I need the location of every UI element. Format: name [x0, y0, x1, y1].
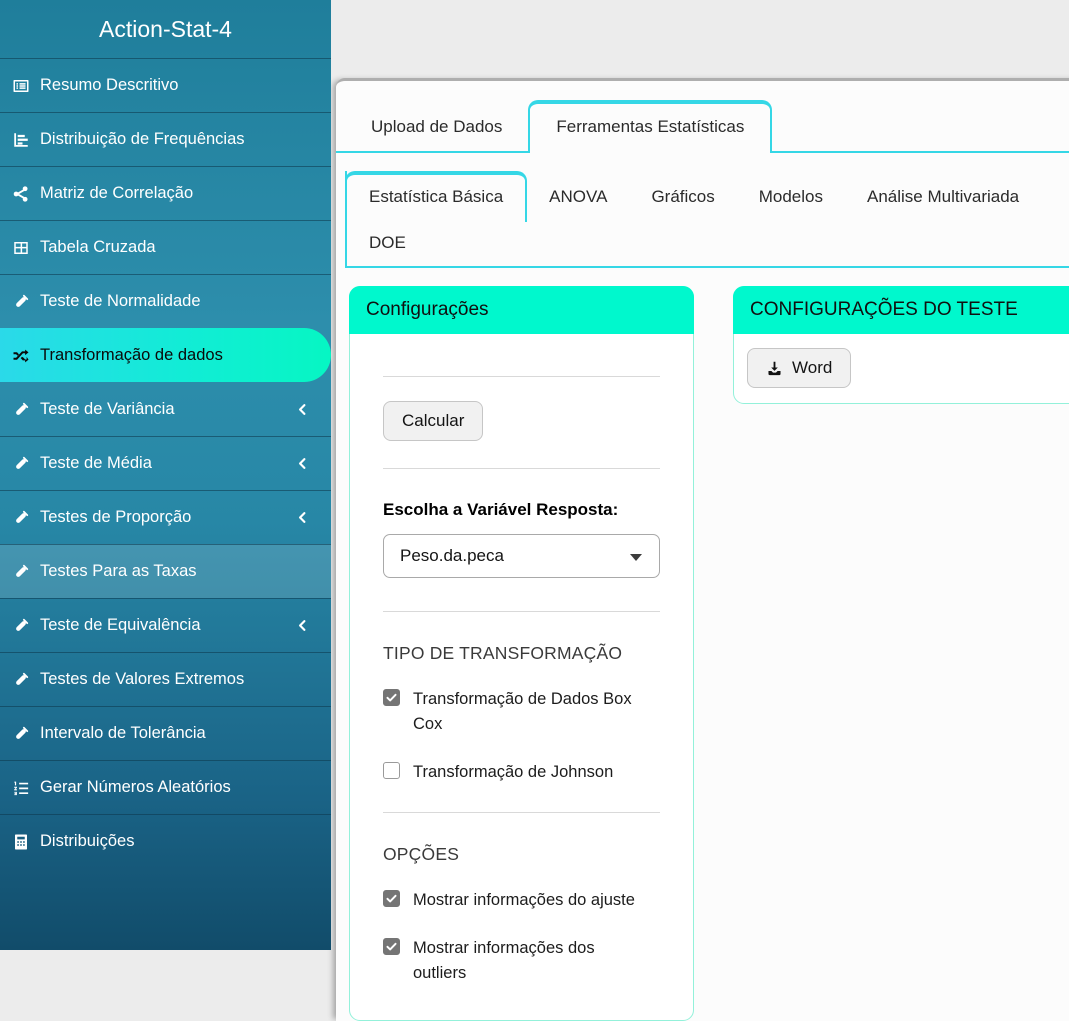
vial-icon — [10, 725, 32, 743]
sidebar-item-label: Testes Para as Taxas — [40, 562, 197, 581]
sidebar-item-label: Resumo Descritivo — [40, 76, 178, 95]
divider — [383, 812, 660, 813]
sidebar-item-label: Teste de Variância — [40, 400, 175, 419]
sidebar: Action-Stat-4 Resumo Descritivo Distribu… — [0, 0, 331, 950]
tab-graficos[interactable]: Gráficos — [629, 174, 736, 220]
sidebar-item-label: Intervalo de Tolerância — [40, 724, 206, 743]
checkbox-box-cox[interactable]: Transformação de Dados Box Cox — [383, 687, 660, 737]
tab-anova[interactable]: ANOVA — [527, 174, 629, 220]
list-ol-icon — [10, 779, 32, 797]
config-panel-body: Calcular Escolha a Variável Resposta: Pe… — [350, 376, 693, 1020]
panels-row: Configurações Calcular Escolha a Variáve… — [336, 268, 1069, 1021]
vial-icon — [10, 563, 32, 581]
checkbox-johnson[interactable]: Transformação de Johnson — [383, 760, 660, 785]
sidebar-item-label: Testes de Valores Extremos — [40, 670, 244, 689]
sidebar-item-label: Matriz de Correlação — [40, 184, 193, 203]
sidebar-item-testes-proporcao[interactable]: Testes de Proporção — [0, 490, 331, 544]
app-title: Action-Stat-4 — [0, 0, 331, 58]
sidebar-item-label: Testes de Proporção — [40, 508, 191, 527]
main-content: Upload de Dados Ferramentas Estatísticas… — [331, 0, 1069, 950]
checkbox-label: Transformação de Dados Box Cox — [413, 687, 648, 737]
sidebar-item-label: Gerar Números Aleatórios — [40, 778, 231, 797]
tab-estatistica-basica[interactable]: Estatística Básica — [345, 171, 527, 222]
vial-icon — [10, 509, 32, 527]
tab-ferramentas-estatisticas[interactable]: Ferramentas Estatísticas — [528, 100, 772, 153]
vial-icon — [10, 401, 32, 419]
sidebar-nav: Resumo Descritivo Distribuição de Frequê… — [0, 58, 331, 868]
config-panel: Configurações Calcular Escolha a Variáve… — [349, 286, 694, 1021]
sidebar-item-label: Distribuições — [40, 832, 134, 851]
checkbox-label: Mostrar informações dos outliers — [413, 936, 648, 986]
checkbox-icon — [383, 689, 400, 706]
transformation-type-heading: TIPO DE TRANSFORMAÇÃO — [383, 643, 660, 664]
test-config-panel-title: CONFIGURAÇÕES DO TESTE — [733, 286, 1069, 334]
frequency-chart-icon — [10, 131, 32, 149]
divider — [383, 468, 660, 469]
sidebar-item-resumo-descritivo[interactable]: Resumo Descritivo — [0, 58, 331, 112]
sidebar-item-testes-taxas[interactable]: Testes Para as Taxas — [0, 544, 331, 598]
sidebar-item-label: Teste de Equivalência — [40, 616, 201, 635]
config-panel-title: Configurações — [349, 286, 694, 334]
sidebar-item-teste-variancia[interactable]: Teste de Variância — [0, 382, 331, 436]
app-root: Action-Stat-4 Resumo Descritivo Distribu… — [0, 0, 1069, 950]
shuffle-icon — [10, 347, 32, 365]
content-card: Upload de Dados Ferramentas Estatísticas… — [336, 78, 1069, 1021]
main-tab-bar: Upload de Dados Ferramentas Estatísticas — [336, 100, 1069, 153]
chevron-left-icon — [296, 511, 309, 524]
response-variable-value: Peso.da.peca — [400, 546, 504, 566]
checkbox-label: Mostrar informações do ajuste — [413, 888, 635, 913]
caret-down-icon — [630, 554, 642, 561]
sidebar-item-matriz-correlacao[interactable]: Matriz de Correlação — [0, 166, 331, 220]
sidebar-item-gerar-numeros[interactable]: Gerar Números Aleatórios — [0, 760, 331, 814]
sidebar-item-transformacao-dados[interactable]: Transformação de dados — [0, 328, 331, 382]
network-icon — [10, 185, 32, 203]
response-variable-label: Escolha a Variável Resposta: — [383, 500, 660, 520]
sidebar-item-valores-extremos[interactable]: Testes de Valores Extremos — [0, 652, 331, 706]
sidebar-item-tabela-cruzada[interactable]: Tabela Cruzada — [0, 220, 331, 274]
checkbox-show-outliers-info[interactable]: Mostrar informações dos outliers — [383, 936, 660, 986]
word-export-button[interactable]: Word — [747, 348, 851, 388]
table-icon — [10, 239, 32, 257]
chevron-left-icon — [296, 619, 309, 632]
checkbox-show-fit-info[interactable]: Mostrar informações do ajuste — [383, 888, 660, 913]
tab-upload-de-dados[interactable]: Upload de Dados — [345, 103, 528, 151]
word-button-label: Word — [792, 358, 832, 378]
tab-analise-multivariada[interactable]: Análise Multivariada — [845, 174, 1041, 220]
checkbox-icon — [383, 762, 400, 779]
sidebar-item-intervalo-tolerancia[interactable]: Intervalo de Tolerância — [0, 706, 331, 760]
vial-icon — [10, 455, 32, 473]
list-alt-icon — [10, 77, 32, 95]
sidebar-item-label: Distribuição de Frequências — [40, 130, 245, 149]
checkbox-label: Transformação de Johnson — [413, 760, 613, 785]
checkbox-icon — [383, 938, 400, 955]
tab-doe[interactable]: DOE — [347, 220, 428, 266]
calculator-icon — [10, 833, 32, 851]
chevron-left-icon — [296, 403, 309, 416]
vial-icon — [10, 617, 32, 635]
sub-tab-bar: Estatística Básica ANOVA Gráficos Modelo… — [345, 171, 1069, 268]
vial-icon — [10, 671, 32, 689]
sidebar-item-distribuicoes[interactable]: Distribuições — [0, 814, 331, 868]
calculate-button[interactable]: Calcular — [383, 401, 483, 441]
sidebar-item-teste-media[interactable]: Teste de Média — [0, 436, 331, 490]
divider — [383, 611, 660, 612]
sidebar-item-label: Teste de Média — [40, 454, 152, 473]
response-variable-select[interactable]: Peso.da.peca — [383, 534, 660, 578]
test-config-panel: CONFIGURAÇÕES DO TESTE Word — [733, 286, 1069, 404]
divider — [383, 376, 660, 377]
sidebar-item-label: Teste de Normalidade — [40, 292, 201, 311]
top-gray-strip — [331, 0, 1069, 78]
sidebar-item-teste-normalidade[interactable]: Teste de Normalidade — [0, 274, 331, 328]
chevron-left-icon — [296, 457, 309, 470]
vial-icon — [10, 293, 32, 311]
sidebar-item-teste-equivalencia[interactable]: Teste de Equivalência — [0, 598, 331, 652]
sidebar-item-label: Tabela Cruzada — [40, 238, 156, 257]
options-heading: OPÇÕES — [383, 844, 660, 865]
tab-modelos[interactable]: Modelos — [737, 174, 845, 220]
sidebar-item-distribuicao-frequencias[interactable]: Distribuição de Frequências — [0, 112, 331, 166]
checkbox-icon — [383, 890, 400, 907]
test-config-panel-body: Word — [734, 334, 1069, 403]
sidebar-item-label: Transformação de dados — [40, 346, 223, 365]
download-icon — [766, 360, 783, 377]
